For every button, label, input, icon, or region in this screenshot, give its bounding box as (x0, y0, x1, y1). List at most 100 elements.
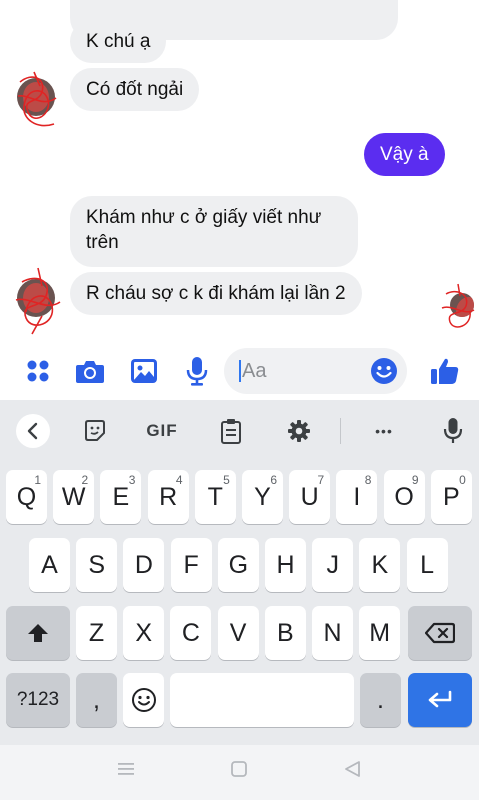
symbols-label: ?123 (16, 689, 60, 710)
key-s[interactable]: S (76, 538, 118, 592)
clipboard-icon[interactable] (218, 416, 244, 446)
key-label: D (134, 550, 153, 579)
key-label: G (228, 550, 249, 579)
back-nav-icon[interactable] (343, 759, 363, 784)
emoji-key[interactable] (123, 673, 164, 727)
enter-key[interactable] (408, 673, 472, 727)
key-label: B (276, 618, 294, 647)
key-hint: 8 (364, 473, 372, 487)
key-label: E (112, 482, 130, 511)
key-j[interactable]: J (312, 538, 354, 592)
key-label: M (369, 618, 391, 647)
message-bubble-incoming[interactable]: K chú ạ (70, 20, 167, 63)
key-hint: 0 (459, 473, 466, 487)
key-w[interactable]: W2 (53, 470, 95, 524)
message-bubble-incoming[interactable]: R cháu sợ c k đi khám lại lần 2 (70, 272, 362, 315)
message-text: R cháu sợ c k đi khám lại lần 2 (86, 283, 346, 304)
gif-icon[interactable]: GIF (144, 416, 180, 446)
key-a[interactable]: A (29, 538, 70, 592)
comma-label: , (93, 685, 100, 714)
message-bubble-incoming[interactable]: Khám như c ở giấy viết như trên (70, 196, 358, 267)
emoji-icon[interactable] (370, 357, 398, 390)
message-text: Khám như c ở giấy viết như trên (86, 207, 322, 253)
key-x[interactable]: X (123, 606, 165, 660)
key-t[interactable]: T5 (194, 470, 236, 524)
keyboard: GIF ••• ?123 , . Q 1 W 2 E 3 R 4 T 5 Y 6… (0, 400, 479, 745)
key-g[interactable]: G (217, 538, 259, 592)
key-label: K (371, 550, 389, 579)
key-b[interactable]: B (264, 606, 306, 660)
comma-key[interactable]: , (76, 673, 117, 727)
key-label: N (323, 618, 342, 647)
message-composer: Aa (0, 344, 479, 400)
key-o[interactable]: O9 (383, 470, 425, 524)
key-label: Q (16, 482, 37, 511)
key-c[interactable]: C (170, 606, 212, 660)
key-label: F (183, 550, 199, 579)
message-input[interactable]: Aa (224, 348, 407, 394)
key-i[interactable]: I8 (336, 470, 378, 524)
backspace-key[interactable] (408, 606, 472, 660)
shift-key[interactable] (6, 606, 70, 660)
settings-icon[interactable] (285, 416, 313, 446)
key-label: Z (88, 618, 105, 647)
more-icon[interactable]: ••• (368, 416, 400, 446)
chat-thread[interactable]: K chú ạ Có đốt ngải Vậy à Khám như c ở g… (0, 0, 479, 400)
toolbar-divider (340, 418, 341, 444)
keyboard-toolbar: GIF ••• (0, 400, 479, 462)
more-label: ••• (375, 423, 393, 439)
key-label: S (88, 550, 106, 579)
key-hint: 2 (81, 473, 89, 487)
sticker-icon[interactable] (82, 416, 108, 446)
thumbs-up-icon[interactable] (428, 354, 462, 388)
home-icon[interactable] (229, 759, 249, 784)
key-p[interactable]: P0 (430, 470, 472, 524)
key-y[interactable]: Y6 (242, 470, 283, 524)
apps-icon[interactable] (21, 354, 55, 388)
key-r[interactable]: R4 (147, 470, 189, 524)
key-q[interactable]: Q1 (6, 470, 47, 524)
message-text: Có đốt ngải (86, 79, 184, 100)
key-hint: 4 (175, 473, 183, 487)
message-bubble-outgoing[interactable]: Vậy à (364, 133, 445, 176)
key-n[interactable]: N (312, 606, 353, 660)
space-key[interactable] (170, 673, 354, 727)
symbols-key[interactable]: ?123 (6, 673, 70, 727)
key-e[interactable]: E3 (100, 470, 142, 524)
message-bubble-incoming[interactable]: Có đốt ngải (70, 68, 200, 111)
key-label: H (276, 550, 295, 579)
gif-label: GIF (146, 421, 178, 440)
key-u[interactable]: U7 (289, 470, 331, 524)
voice-input-icon[interactable] (441, 416, 465, 446)
period-key[interactable]: . (360, 673, 401, 727)
recents-icon[interactable] (116, 759, 136, 784)
key-hint: 1 (34, 473, 41, 487)
message-placeholder: Aa (242, 360, 267, 382)
key-v[interactable]: V (217, 606, 259, 660)
key-hint: 5 (223, 473, 230, 487)
key-label: L (420, 550, 435, 579)
camera-icon[interactable] (73, 354, 107, 388)
back-icon[interactable] (16, 414, 50, 448)
key-h[interactable]: H (265, 538, 306, 592)
key-label: A (41, 550, 58, 579)
gallery-icon[interactable] (127, 354, 161, 388)
key-label: C (181, 618, 200, 647)
key-f[interactable]: F (170, 538, 212, 592)
period-label: . (377, 685, 384, 714)
key-z[interactable]: Z (76, 606, 117, 660)
key-hint: 3 (128, 473, 136, 487)
redaction-scribble (441, 283, 475, 328)
key-d[interactable]: D (123, 538, 165, 592)
key-k[interactable]: K (359, 538, 401, 592)
key-hint: 9 (411, 473, 419, 487)
key-label: T (207, 482, 223, 511)
mic-icon[interactable] (180, 354, 214, 388)
key-label: V (229, 618, 247, 647)
key-m[interactable]: M (359, 606, 401, 660)
key-label: I (353, 482, 361, 511)
key-label: U (300, 482, 319, 511)
key-l[interactable]: L (406, 538, 448, 592)
text-cursor (239, 360, 241, 382)
key-hint: 7 (317, 473, 325, 487)
